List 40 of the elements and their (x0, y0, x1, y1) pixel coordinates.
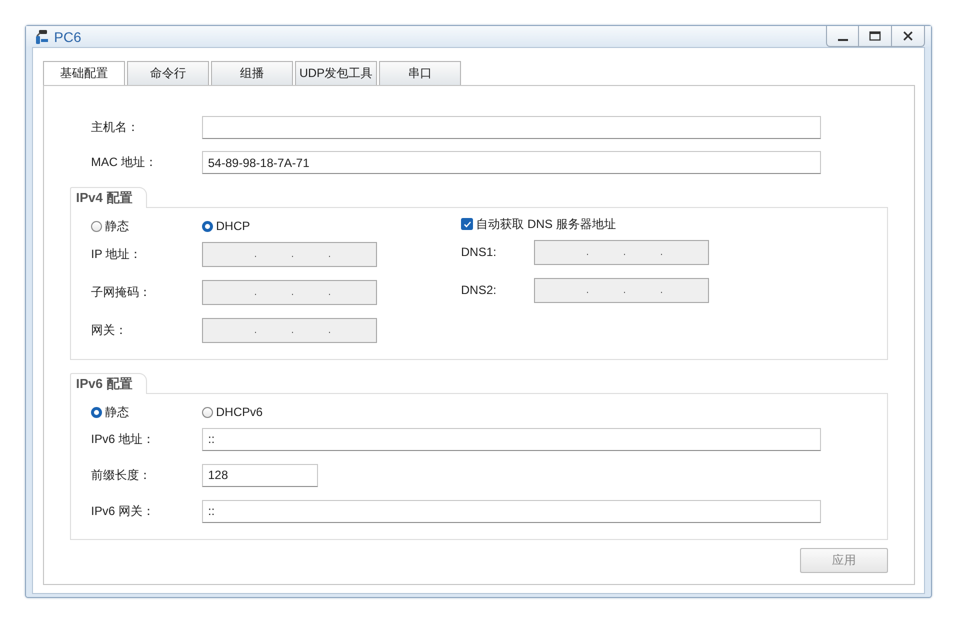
radio-button[interactable] (91, 220, 102, 232)
checkbox-label: 自动获取 DNS 服务器地址 (476, 216, 616, 232)
field-label: DNS2: (461, 283, 498, 297)
field-label: IP 地址： (91, 246, 142, 262)
field-label: IPv6 地址： (91, 430, 156, 448)
tab[interactable]: 基础配置 (43, 61, 125, 85)
maximize-icon (869, 31, 881, 41)
tab[interactable]: 组播 (211, 61, 293, 85)
field-label: DNS1: (461, 245, 498, 259)
window-title: PC6 (54, 28, 82, 44)
field-label: 主机名： (91, 119, 140, 136)
close-icon (903, 31, 913, 41)
radio-label: 静态 (105, 218, 129, 234)
tab[interactable]: 命令行 (127, 61, 209, 85)
minimize-icon (838, 39, 848, 41)
field-label: 子网掩码： (91, 284, 152, 300)
network-icon (34, 28, 50, 44)
field-label: 前缀长度： (91, 466, 152, 484)
input-field[interactable]: :: (202, 428, 821, 450)
radio-label: DHCPv6 (216, 405, 263, 419)
radio-label: DHCP (216, 219, 250, 233)
radio-button[interactable] (202, 406, 213, 418)
radio-label: 静态 (105, 404, 129, 420)
group-header: IPv4 配置 (70, 187, 148, 208)
input-field[interactable] (202, 116, 821, 139)
field-label: MAC 地址： (91, 154, 158, 171)
minimize-button[interactable] (826, 26, 859, 47)
field-label: IPv6 网关： (91, 502, 156, 520)
tab[interactable]: UDP发包工具 (295, 61, 377, 85)
input-field[interactable]: 128 (202, 464, 318, 486)
close-button[interactable] (892, 26, 925, 47)
checkbox[interactable] (461, 218, 473, 230)
field-label: 网关： (91, 322, 128, 338)
radio-button[interactable] (202, 220, 213, 232)
tab[interactable]: 串口 (379, 61, 461, 85)
input-field[interactable]: 54-89-98-18-7A-71 (202, 151, 821, 174)
group-header: IPv6 配置 (70, 373, 148, 394)
maximize-button[interactable] (859, 26, 892, 47)
input-field[interactable]: :: (202, 500, 821, 522)
radio-button[interactable] (91, 406, 102, 418)
